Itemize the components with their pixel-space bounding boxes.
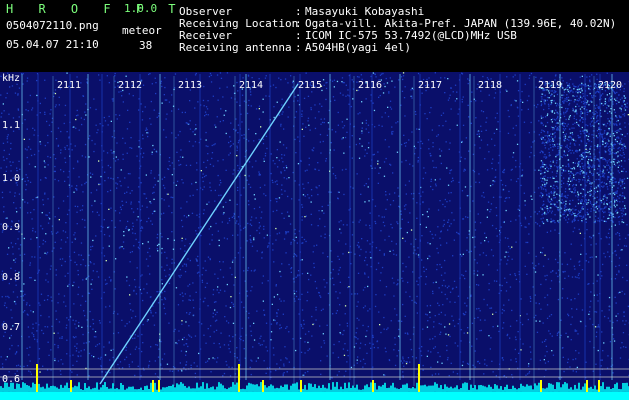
meteor-label: meteor (122, 24, 162, 37)
location-colon: : (295, 17, 302, 30)
x-tick-label: 2115 (298, 80, 323, 91)
x-tick-label: 2120 (598, 80, 623, 91)
y-tick-label: 0.7 (2, 322, 21, 333)
x-tick-label: 2114 (239, 80, 264, 91)
app-title: H R O F F T (6, 2, 185, 16)
receiver-colon: : (295, 29, 302, 42)
observer-label: Observer (179, 5, 232, 18)
spectrogram-background (0, 72, 629, 400)
observer-colon: : (295, 5, 302, 18)
x-tick-label: 2112 (118, 80, 143, 91)
antenna-value: A504HB(yagi 4el) (305, 41, 411, 54)
x-tick-label: 2111 (57, 80, 82, 91)
x-tick-label: 2113 (178, 80, 203, 91)
spectrogram-plot (0, 72, 629, 400)
receiver-value: ICOM IC-575 53.7492(@LCD)MHz USB (305, 29, 517, 42)
x-tick-label: 2116 (358, 80, 383, 91)
x-tick-label: 2119 (538, 80, 563, 91)
antenna-colon: : (295, 41, 302, 54)
location-label: Receiving Location (179, 17, 299, 30)
file-name: 0504072110.png (6, 19, 99, 32)
y-axis-unit: kHz (2, 73, 21, 84)
y-tick-label: 1.0 (2, 173, 21, 184)
x-tick-label: 2117 (418, 80, 443, 91)
x-tick-label: 2118 (478, 80, 503, 91)
y-tick-label: 0.9 (2, 222, 21, 233)
antenna-label: Receiving antenna (179, 41, 292, 54)
receiver-label: Receiver (179, 29, 232, 42)
meteor-count: 38 (139, 39, 153, 52)
hroffft-window: H R O F F T 1.0.0 0504072110.png meteor … (0, 0, 629, 400)
observer-value: Masayuki Kobayashi (305, 5, 425, 18)
capture-timestamp: 05.04.07 21:10 (6, 38, 99, 51)
y-tick-label: 0.8 (2, 272, 21, 283)
location-value: Ogata-vill. Akita-Pref. JAPAN (139.96E, … (305, 17, 617, 30)
y-tick-label: 0.6 (2, 374, 21, 385)
app-version: 1.0.0 (124, 2, 158, 15)
y-tick-label: 1.1 (2, 120, 21, 131)
